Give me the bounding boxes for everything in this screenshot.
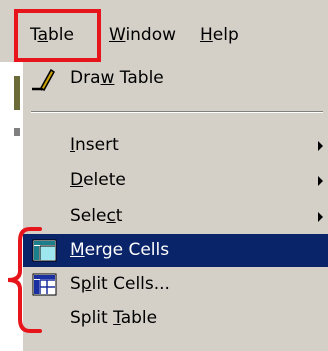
label-part: t xyxy=(115,206,123,226)
label-part: nsert xyxy=(75,135,119,155)
label-mnemonic: w xyxy=(100,68,115,88)
document-edge-mark xyxy=(14,128,20,136)
submenu-arrow-icon xyxy=(318,212,323,222)
label-part: Dra xyxy=(70,68,101,88)
menu-item-insert[interactable]: Insert xyxy=(23,129,328,162)
menu-item-label: Draw Table xyxy=(70,62,164,95)
menu-help[interactable]: Help xyxy=(196,20,243,50)
label-mnemonic: D xyxy=(70,170,84,190)
menu-window-label-b: indow xyxy=(125,25,177,45)
document-edge-mark xyxy=(14,76,20,110)
label-part: S xyxy=(70,274,81,294)
table-menu-highlight-box xyxy=(14,9,101,62)
label-part: erge Cells xyxy=(84,240,170,260)
table-dropdown-menu: Draw Table Insert Delete Select Merge Ce… xyxy=(22,62,328,351)
submenu-arrow-icon xyxy=(318,176,323,186)
menu-help-mnemonic: H xyxy=(200,25,213,45)
menu-item-label: Insert xyxy=(70,129,119,162)
label-mnemonic: c xyxy=(106,206,116,226)
submenu-arrow-icon xyxy=(318,141,323,151)
label-mnemonic: T xyxy=(113,308,121,328)
label-part: Sele xyxy=(70,206,107,226)
pencil-icon xyxy=(32,68,55,92)
menu-help-label-b: elp xyxy=(212,25,239,45)
menu-item-label: Split Table xyxy=(70,302,157,335)
menu-item-split-cells[interactable]: Split Cells... xyxy=(23,268,328,301)
label-mnemonic: M xyxy=(70,240,85,260)
menu-item-label: Delete xyxy=(70,164,126,197)
bracket-annotation xyxy=(7,227,42,333)
label-part: elete xyxy=(83,170,126,190)
menu-item-select[interactable]: Select xyxy=(23,200,328,233)
menu-window-mnemonic: W xyxy=(109,25,126,45)
menu-window[interactable]: Window xyxy=(105,20,180,50)
menu-item-draw-table[interactable]: Draw Table xyxy=(23,62,328,95)
menu-item-delete[interactable]: Delete xyxy=(23,164,328,197)
label-part: Split xyxy=(70,308,114,328)
menu-item-label: Split Cells... xyxy=(70,268,170,301)
menu-separator xyxy=(31,111,323,113)
menu-item-label: Merge Cells xyxy=(70,234,169,267)
menu-item-label: Select xyxy=(70,200,122,233)
label-mnemonic: p xyxy=(80,274,92,294)
label-part: lit Cells... xyxy=(91,274,170,294)
menu-item-split-table[interactable]: Split Table xyxy=(23,302,328,335)
menu-item-merge-cells[interactable]: Merge Cells xyxy=(23,234,328,267)
label-part: able xyxy=(120,308,158,328)
label-part: Table xyxy=(114,68,164,88)
